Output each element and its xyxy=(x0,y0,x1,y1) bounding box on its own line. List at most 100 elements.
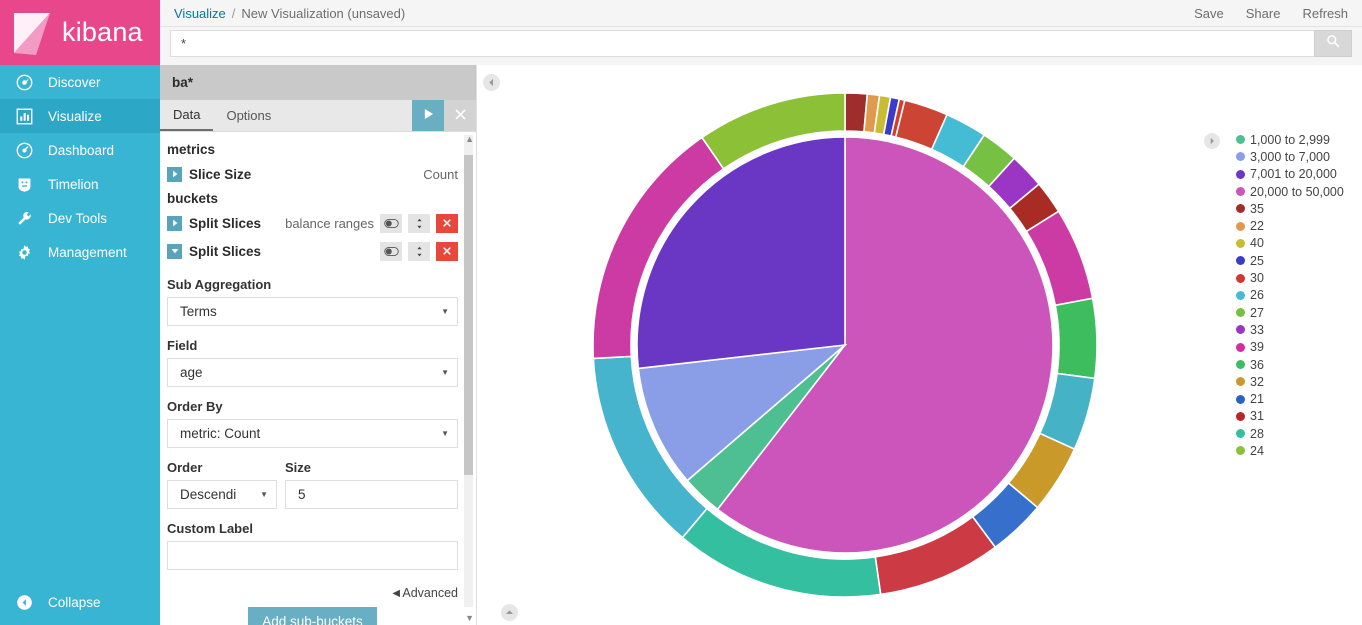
legend-label: 3,000 to 7,000 xyxy=(1250,149,1330,164)
sidebar-item-discover[interactable]: Discover xyxy=(0,65,160,99)
play-icon xyxy=(423,107,434,125)
kibana-app: kibana Discover Visualize Dashboard Time… xyxy=(0,0,1362,625)
legend-item[interactable]: 25 xyxy=(1236,252,1362,269)
legend-item[interactable]: 39 xyxy=(1236,339,1362,356)
field-select[interactable]: age ▼ xyxy=(167,358,458,387)
legend-label: 25 xyxy=(1250,253,1264,268)
sub-aggregation-value: Terms xyxy=(180,304,217,319)
sidebar-item-visualize[interactable]: Visualize xyxy=(0,99,160,133)
scroll-up-icon[interactable]: ▲ xyxy=(465,134,474,144)
order-select[interactable]: Descendi ▼ xyxy=(167,480,277,509)
save-button[interactable]: Save xyxy=(1194,6,1224,21)
advanced-label: Advanced xyxy=(402,586,458,600)
legend-item[interactable]: 7,001 to 20,000 xyxy=(1236,166,1362,183)
order-by-label: Order By xyxy=(167,399,223,414)
bucket-row-2-actions xyxy=(380,241,458,261)
chevron-down-icon[interactable] xyxy=(167,243,182,259)
tab-options[interactable]: Options xyxy=(213,100,284,131)
legend-item[interactable]: 33 xyxy=(1236,321,1362,338)
legend-item[interactable]: 31 xyxy=(1236,408,1362,425)
pie-chart-container xyxy=(477,65,1212,625)
size-input[interactable]: 5 xyxy=(285,480,458,509)
sidebar-item-label: Management xyxy=(48,244,127,260)
breadcrumb-visualize-link[interactable]: Visualize xyxy=(174,6,226,21)
legend-label: 26 xyxy=(1250,288,1264,303)
chevron-right-icon xyxy=(1210,137,1214,145)
toggle-enabled-icon[interactable] xyxy=(380,241,402,261)
bucket-label: Split Slices xyxy=(189,243,262,259)
scrollbar-thumb[interactable] xyxy=(464,155,473,475)
move-bucket-icon[interactable] xyxy=(408,241,430,261)
order-by-value: metric: Count xyxy=(180,426,261,441)
move-bucket-icon[interactable] xyxy=(408,213,430,233)
apply-changes-button[interactable] xyxy=(412,100,444,131)
legend-item[interactable]: 20,000 to 50,000 xyxy=(1236,183,1362,200)
add-sub-buckets-button[interactable]: Add sub-buckets xyxy=(248,607,377,625)
query-bar: * xyxy=(160,27,1362,65)
sidebar-item-label: Dashboard xyxy=(48,142,115,158)
discard-changes-button[interactable] xyxy=(444,100,476,131)
wrench-icon xyxy=(14,208,34,228)
search-input[interactable]: * xyxy=(170,30,1314,57)
sidebar-item-dev-tools[interactable]: Dev Tools xyxy=(0,201,160,235)
custom-label-input[interactable] xyxy=(167,541,458,570)
legend-label: 7,001 to 20,000 xyxy=(1250,167,1337,182)
legend-toggle-button[interactable] xyxy=(1204,133,1220,149)
chart-legend: 1,000 to 2,999 3,000 to 7,000 7,001 to 20,… xyxy=(1204,131,1362,460)
order-by-select[interactable]: metric: Count ▼ xyxy=(167,419,458,448)
sunburst-pie-chart[interactable] xyxy=(580,80,1110,610)
bucket-row-2[interactable]: Split Slices xyxy=(167,237,458,265)
legend-item[interactable]: 32 xyxy=(1236,373,1362,390)
share-button[interactable]: Share xyxy=(1246,6,1281,21)
legend-item[interactable]: 26 xyxy=(1236,287,1362,304)
gear-icon xyxy=(14,242,34,262)
toggle-enabled-icon[interactable] xyxy=(380,213,402,233)
legend-color-dot xyxy=(1236,238,1245,248)
legend-item[interactable]: 30 xyxy=(1236,269,1362,286)
legend-item[interactable]: 1,000 to 2,999 xyxy=(1236,131,1362,148)
remove-bucket-button[interactable] xyxy=(436,213,458,233)
advanced-toggle[interactable]: ◄Advanced xyxy=(390,586,458,600)
pie-outer-slice[interactable] xyxy=(1053,297,1098,380)
kibana-logo[interactable]: kibana xyxy=(0,0,160,65)
remove-bucket-button[interactable] xyxy=(436,241,458,261)
legend-item[interactable]: 22 xyxy=(1236,217,1362,234)
legend-label: 22 xyxy=(1250,219,1264,234)
sidebar-item-label: Timelion xyxy=(48,176,99,192)
legend-color-dot xyxy=(1236,411,1245,421)
chevron-left-icon: ◄ xyxy=(390,586,403,600)
sidebar-item-management[interactable]: Management xyxy=(0,235,160,269)
sidebar-item-timelion[interactable]: Timelion xyxy=(0,167,160,201)
legend-item[interactable]: 28 xyxy=(1236,425,1362,442)
legend-item[interactable]: 21 xyxy=(1236,390,1362,407)
legend-color-dot xyxy=(1236,221,1245,231)
legend-color-dot xyxy=(1236,377,1245,387)
legend-label: 40 xyxy=(1250,236,1264,251)
metric-label: Slice Size xyxy=(189,166,252,182)
legend-item[interactable]: 27 xyxy=(1236,304,1362,321)
legend-color-dot xyxy=(1236,446,1245,456)
metric-slice-size-row[interactable]: Slice Size Count xyxy=(167,160,458,188)
legend-item[interactable]: 3,000 to 7,000 xyxy=(1236,148,1362,165)
legend-item[interactable]: 40 xyxy=(1236,235,1362,252)
metrics-heading: metrics xyxy=(167,142,216,157)
legend-color-dot xyxy=(1236,152,1245,162)
legend-item[interactable]: 24 xyxy=(1236,442,1362,459)
legend-color-dot xyxy=(1236,135,1245,145)
chevron-right-icon[interactable] xyxy=(167,166,182,182)
refresh-button[interactable]: Refresh xyxy=(1302,6,1348,21)
tab-data[interactable]: Data xyxy=(160,100,214,131)
bucket-row-1[interactable]: Split Slices balance ranges xyxy=(167,209,458,237)
nav-item-list: Discover Visualize Dashboard Timelion De… xyxy=(0,65,160,585)
chevron-right-icon[interactable] xyxy=(167,215,182,231)
scroll-down-icon[interactable]: ▼ xyxy=(465,613,474,623)
buckets-heading: buckets xyxy=(167,191,219,206)
nav-collapse-button[interactable]: Collapse xyxy=(0,585,160,619)
search-submit-button[interactable] xyxy=(1314,30,1352,57)
legend-item[interactable]: 35 xyxy=(1236,200,1362,217)
sub-aggregation-select[interactable]: Terms ▼ xyxy=(167,297,458,326)
sidebar-item-dashboard[interactable]: Dashboard xyxy=(0,133,160,167)
editor-scrollbar[interactable] xyxy=(464,135,473,607)
legend-label: 28 xyxy=(1250,426,1264,441)
legend-item[interactable]: 36 xyxy=(1236,356,1362,373)
